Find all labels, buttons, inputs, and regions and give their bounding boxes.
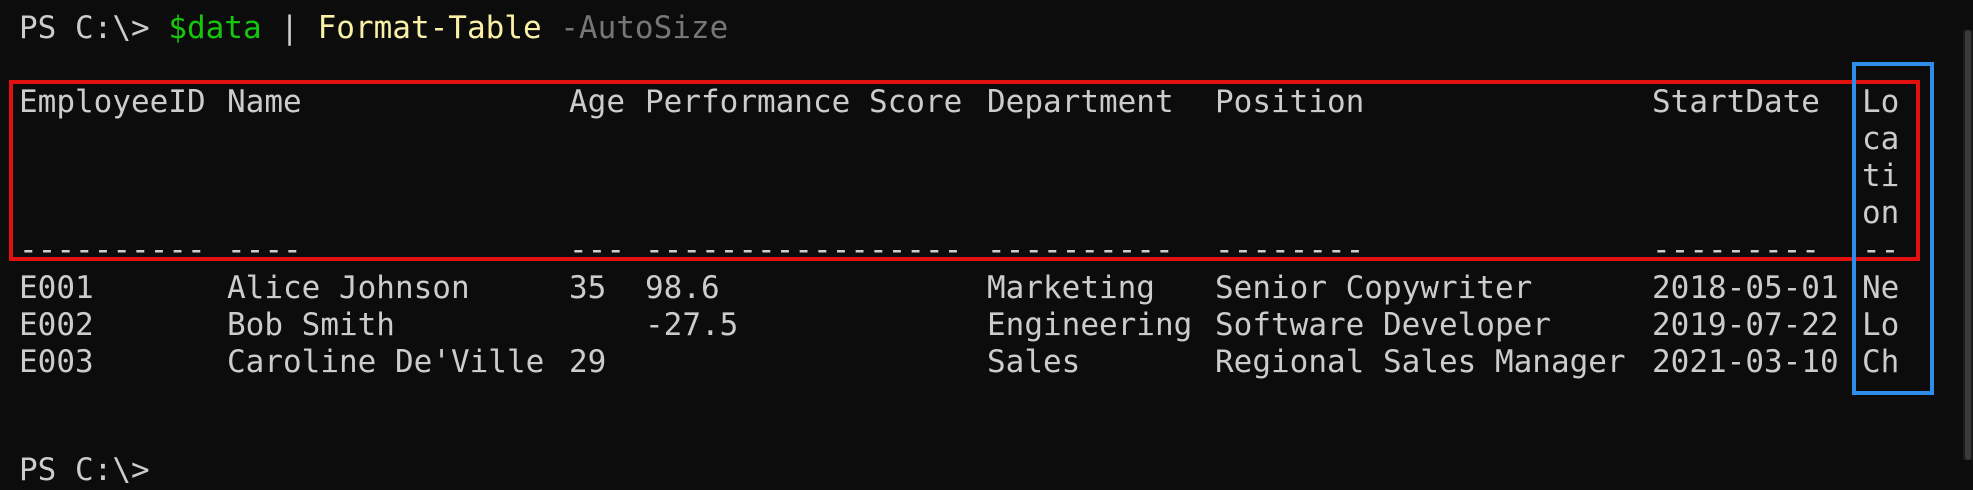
cell-name: Bob Smith: [227, 307, 395, 343]
cell-employee-id: E001: [19, 270, 94, 306]
command-line: PS C:\> $data | Format-Table -AutoSize: [19, 10, 728, 47]
final-prompt: PS C:\>: [19, 452, 150, 488]
cell-start-date: 2018-05-01: [1652, 270, 1839, 306]
cell-employee-id: E003: [19, 344, 94, 380]
cell-position: Software Developer: [1215, 307, 1551, 343]
cell-position: Senior Copywriter: [1215, 270, 1533, 306]
cell-performance-score: -27.5: [645, 307, 739, 343]
cell-employee-id: E002: [19, 307, 94, 343]
cell-name: Caroline De'Ville: [227, 344, 545, 380]
cmdlet-token: Format-Table: [317, 10, 542, 46]
cell-age: 35: [569, 270, 607, 306]
terminal-window[interactable]: PS C:\> $data | Format-Table -AutoSize E…: [0, 0, 1973, 490]
pipe-token: |: [261, 10, 318, 46]
cell-department: Engineering: [987, 307, 1193, 343]
variable-token: $data: [168, 10, 262, 46]
prompt-text: PS C:\>: [19, 10, 169, 46]
scrollbar-thumb[interactable]: [1965, 30, 1971, 460]
cell-start-date: 2019-07-22: [1652, 307, 1839, 343]
cell-position: Regional Sales Manager: [1215, 344, 1626, 380]
location-column-highlight-box: [1852, 62, 1934, 395]
header-highlight-box: [9, 80, 1920, 261]
parameter-token: -AutoSize: [541, 10, 729, 46]
cell-start-date: 2021-03-10: [1652, 344, 1839, 380]
cell-department: Marketing: [987, 270, 1155, 306]
cell-age: 29: [569, 344, 607, 380]
cell-name: Alice Johnson: [227, 270, 470, 306]
cell-department: Sales: [987, 344, 1081, 380]
cell-performance-score: 98.6: [645, 270, 720, 306]
